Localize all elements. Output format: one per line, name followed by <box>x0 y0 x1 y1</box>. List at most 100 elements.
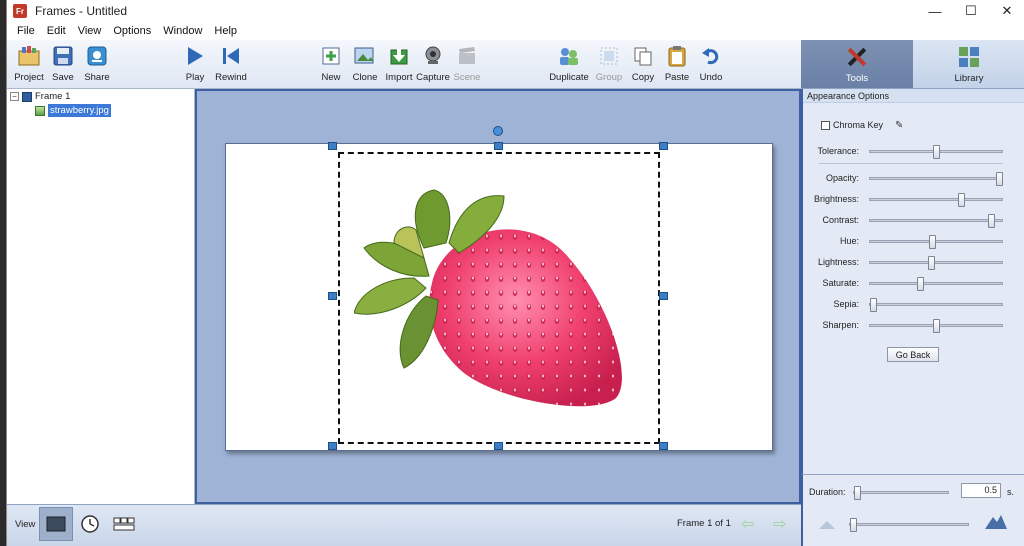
rewind-button[interactable]: Rewind <box>211 44 251 83</box>
play-button[interactable]: Play <box>175 44 215 83</box>
panel-tabs: Tools Library <box>801 40 1024 89</box>
resize-handle-bottom[interactable] <box>494 442 503 450</box>
new-label: New <box>321 72 341 83</box>
zoom-out-icon[interactable] <box>819 519 835 529</box>
app-window: Fr Frames - Untitled — ☐ ✕ File Edit Vie… <box>6 0 1024 546</box>
share-label: Share <box>84 72 110 83</box>
tolerance-slider-row: Tolerance: <box>803 144 1023 159</box>
selection-box[interactable] <box>338 152 660 444</box>
hue-slider[interactable] <box>869 235 1003 249</box>
scene-button[interactable]: Scene <box>447 44 487 83</box>
play-icon <box>183 44 207 68</box>
menu-window[interactable]: Window <box>157 25 208 37</box>
opacity-label: Opacity: <box>825 173 859 183</box>
sharpen-label: Sharpen: <box>822 320 859 330</box>
rotate-handle[interactable] <box>493 126 503 136</box>
title-bar: Fr Frames - Untitled — ☐ ✕ <box>7 0 1024 22</box>
saturate-slider-thumb[interactable] <box>916 277 924 291</box>
sepia-slider[interactable] <box>869 298 1003 312</box>
library-icon <box>957 45 981 69</box>
import-icon <box>387 44 411 68</box>
view-timeline-button[interactable] <box>73 507 107 541</box>
save-icon <box>51 44 75 68</box>
opacity-slider[interactable] <box>869 172 1003 186</box>
sharpen-slider-thumb[interactable] <box>933 319 940 333</box>
view-label: View <box>15 519 36 530</box>
maximize-button[interactable]: ☐ <box>953 0 989 22</box>
tab-tools[interactable]: Tools <box>801 40 913 88</box>
tolerance-slider[interactable] <box>869 145 1003 159</box>
contrast-slider[interactable] <box>869 214 1003 228</box>
duration-input[interactable]: 0.5 <box>961 483 1001 498</box>
capture-label: Capture <box>416 72 450 83</box>
next-frame-icon[interactable]: ⇨ <box>773 514 786 534</box>
separator <box>819 163 1003 164</box>
brightness-slider-thumb[interactable] <box>958 193 966 207</box>
frame-stage[interactable] <box>225 126 773 451</box>
new-frame-icon <box>319 44 343 68</box>
opacity-slider-thumb[interactable] <box>996 172 1003 186</box>
lightness-slider[interactable] <box>869 256 1003 270</box>
contrast-slider-thumb[interactable] <box>988 214 996 228</box>
tab-library-label: Library <box>954 73 984 84</box>
saturate-slider-row: Saturate: <box>803 276 1023 291</box>
view-stage-button[interactable] <box>39 507 73 541</box>
canvas-area[interactable] <box>195 89 801 504</box>
rewind-icon <box>219 44 243 68</box>
share-button[interactable]: Share <box>77 44 117 83</box>
minimize-button[interactable]: — <box>917 0 953 22</box>
tolerance-slider-thumb[interactable] <box>933 145 940 159</box>
brightness-slider[interactable] <box>869 193 1003 207</box>
frame-count: Frame 1 of 1 <box>677 518 731 529</box>
duplicate-icon <box>557 44 581 68</box>
clock-icon <box>81 515 99 533</box>
tree-item-image[interactable]: strawberry.jpg <box>35 104 111 117</box>
zoom-slider[interactable] <box>849 518 969 532</box>
saturate-slider[interactable] <box>869 277 1003 291</box>
resize-handle-left[interactable] <box>328 292 337 300</box>
duration-slider[interactable] <box>853 486 949 500</box>
app-icon: Fr <box>13 4 27 18</box>
duration-label: Duration: <box>809 487 846 497</box>
menu-view[interactable]: View <box>72 25 108 37</box>
duration-slider-thumb[interactable] <box>854 486 861 500</box>
frame-icon <box>22 91 32 102</box>
frame-label: Frame 1 <box>35 91 71 102</box>
previous-frame-icon[interactable]: ⇦ <box>741 514 754 534</box>
resize-handle-top-left[interactable] <box>328 142 337 150</box>
duplicate-button[interactable]: Duplicate <box>549 44 589 83</box>
lightness-label: Lightness: <box>817 257 859 267</box>
hue-slider-row: Hue: <box>803 234 1023 249</box>
menu-help[interactable]: Help <box>208 25 243 37</box>
eyedropper-icon[interactable]: ✎ <box>895 120 903 131</box>
undo-button[interactable]: Undo <box>691 44 731 83</box>
chroma-key-checkbox[interactable] <box>821 120 830 130</box>
tab-library[interactable]: Library <box>913 40 1024 88</box>
resize-handle-top-right[interactable] <box>659 142 668 150</box>
resize-handle-right[interactable] <box>659 292 668 300</box>
menu-edit[interactable]: Edit <box>41 25 72 37</box>
menu-options[interactable]: Options <box>107 25 157 37</box>
lightness-slider-row: Lightness: <box>803 255 1023 270</box>
zoom-slider-thumb[interactable] <box>850 518 857 532</box>
zoom-in-icon[interactable] <box>985 513 1007 529</box>
clone-icon <box>353 44 377 68</box>
hue-slider-thumb[interactable] <box>929 235 937 249</box>
resize-handle-top[interactable] <box>494 142 503 150</box>
view-storyboard-button[interactable] <box>107 507 141 541</box>
go-back-button[interactable]: Go Back <box>887 347 939 362</box>
collapse-icon[interactable]: − <box>10 92 19 101</box>
sharpen-slider-row: Sharpen: <box>803 318 1023 333</box>
sharpen-slider[interactable] <box>869 319 1003 333</box>
copy-label: Copy <box>631 72 655 83</box>
lightness-slider-thumb[interactable] <box>927 256 935 270</box>
tree-item-frame[interactable]: − Frame 1 <box>10 91 70 102</box>
sepia-slider-thumb[interactable] <box>870 298 877 312</box>
brightness-slider-row: Brightness: <box>803 192 1023 207</box>
close-button[interactable]: ✕ <box>989 0 1024 22</box>
menu-file[interactable]: File <box>11 25 41 37</box>
duplicate-label: Duplicate <box>549 72 589 83</box>
resize-handle-bottom-right[interactable] <box>659 442 668 450</box>
resize-handle-bottom-left[interactable] <box>328 442 337 450</box>
opacity-slider-row: Opacity: <box>803 171 1023 186</box>
